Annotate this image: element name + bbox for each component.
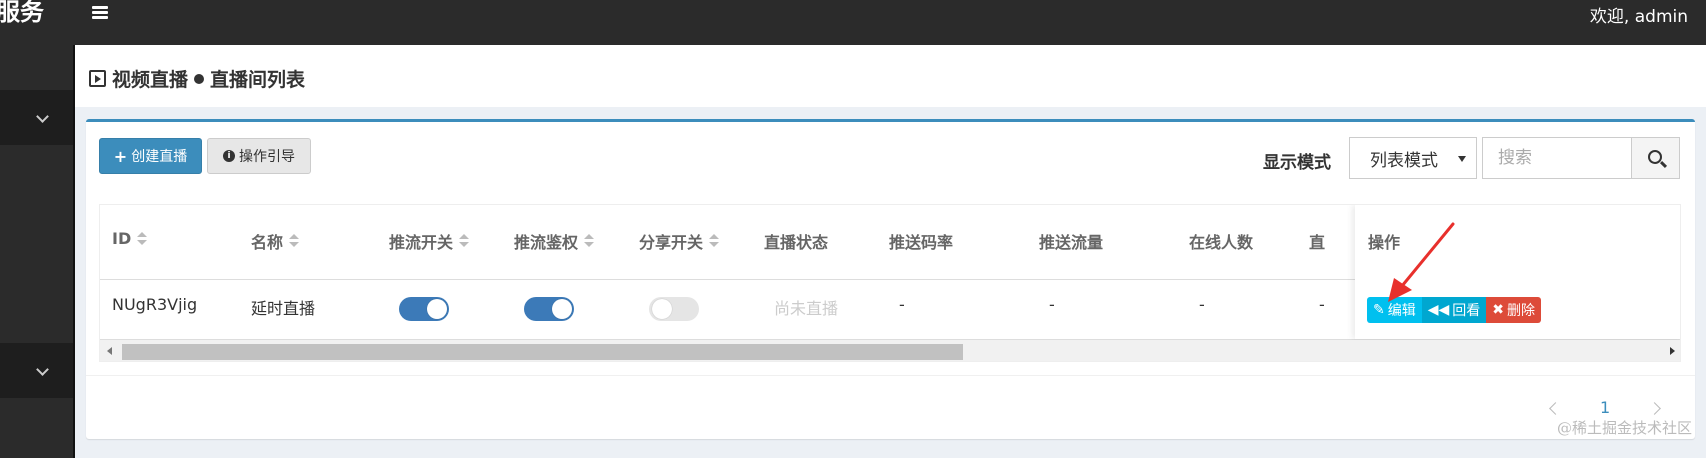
column-header-name[interactable]: 名称 xyxy=(251,229,300,253)
column-header-push-auth[interactable]: 推流鉴权 xyxy=(514,229,595,253)
column-header-push-switch[interactable]: 推流开关 xyxy=(389,229,470,253)
page-title: 视频直播 直播间列表 xyxy=(89,65,305,92)
sidebar-menu-group-2[interactable] xyxy=(0,343,73,398)
create-live-button[interactable]: + 创建直播 xyxy=(99,138,202,174)
search-button[interactable] xyxy=(1632,137,1680,179)
chevron-left-icon xyxy=(1549,402,1562,415)
column-header-bitrate: 推送码率 xyxy=(889,233,954,252)
column-header-online: 在线人数 xyxy=(1189,233,1254,252)
sort-icon[interactable] xyxy=(459,234,470,248)
column-header-share-switch[interactable]: 分享开关 xyxy=(639,229,720,253)
cell-traffic: - xyxy=(1049,295,1055,314)
column-header-id[interactable]: ID xyxy=(112,229,148,248)
cell-online: - xyxy=(1199,295,1205,314)
column-header-traffic: 推送流量 xyxy=(1039,233,1104,252)
plus-icon: + xyxy=(113,146,128,166)
operation-guide-button[interactable]: i 操作引导 xyxy=(207,138,311,174)
horizontal-scrollbar[interactable] xyxy=(100,340,1680,361)
chevron-right-icon xyxy=(1648,402,1661,415)
search-icon xyxy=(1648,150,1662,164)
cell-id: NUgR3Vjig xyxy=(112,295,198,314)
scroll-right-icon[interactable] xyxy=(1670,347,1675,355)
sort-icon[interactable] xyxy=(137,231,148,246)
annotation-arrow-icon xyxy=(1388,222,1455,302)
sort-icon[interactable] xyxy=(709,234,720,248)
display-mode-label: 显示模式 xyxy=(1263,153,1331,173)
cell-name: 延时直播 xyxy=(251,299,316,318)
breadcrumb-current: 直播间列表 xyxy=(210,69,306,91)
scrollbar-thumb[interactable] xyxy=(122,344,963,360)
dot-separator-icon xyxy=(194,73,205,84)
display-mode-value: 列表模式 xyxy=(1370,150,1438,171)
play-square-icon xyxy=(89,70,106,87)
column-header-live-status: 直播状态 xyxy=(764,233,829,252)
create-live-label: 创建直播 xyxy=(131,149,188,165)
brand-logo: 服务 xyxy=(0,0,44,26)
operation-guide-label: 操作引导 xyxy=(239,149,295,165)
cell-bitrate: - xyxy=(899,295,905,314)
chevron-down-icon xyxy=(36,363,49,376)
scroll-left-icon[interactable] xyxy=(107,347,112,355)
cell-truncated: - xyxy=(1319,295,1325,314)
search-input[interactable] xyxy=(1482,137,1632,179)
delete-button[interactable]: ✖ 删除 xyxy=(1486,297,1542,323)
chevron-down-icon xyxy=(36,110,49,123)
column-header-truncated: 直 xyxy=(1309,233,1326,252)
watermark: @稀土掘金技术社区 xyxy=(1556,419,1692,437)
content-header: 视频直播 直播间列表 xyxy=(75,45,1706,107)
sort-icon[interactable] xyxy=(289,234,300,248)
top-navbar: 服务 欢迎, admin xyxy=(0,0,1706,45)
share-switch-toggle[interactable] xyxy=(649,297,699,321)
pagination-page[interactable]: 1 xyxy=(1600,398,1610,417)
pagination-prev[interactable] xyxy=(1549,398,1562,417)
sidebar-menu-group-1[interactable] xyxy=(0,90,73,145)
push-switch-toggle[interactable] xyxy=(399,297,449,321)
pagination-next[interactable] xyxy=(1648,398,1661,417)
user-welcome[interactable]: 欢迎, admin xyxy=(1590,2,1688,27)
push-auth-toggle[interactable] xyxy=(524,297,574,321)
sidebar xyxy=(0,45,73,458)
display-mode-select[interactable]: 列表模式 xyxy=(1349,137,1477,179)
footer-divider xyxy=(86,375,1695,376)
info-icon: i xyxy=(223,150,235,162)
close-icon: ✖ xyxy=(1492,302,1505,318)
cell-live-status: 尚未直播 xyxy=(774,299,839,318)
caret-down-icon xyxy=(1458,156,1466,162)
menu-toggle-icon[interactable] xyxy=(92,6,108,20)
sort-icon[interactable] xyxy=(584,234,595,248)
breadcrumb-parent: 视频直播 xyxy=(112,69,189,91)
